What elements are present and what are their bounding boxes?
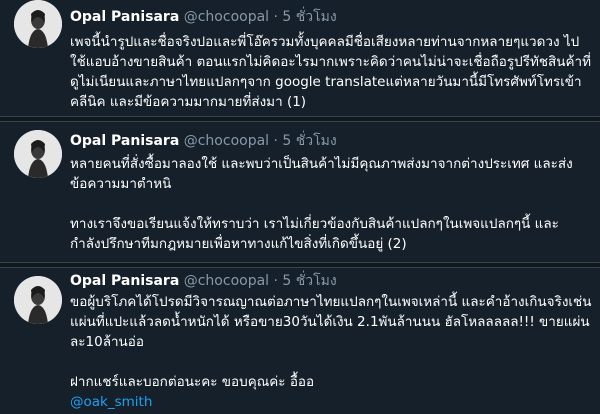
separator-dot: · [273, 273, 278, 289]
username[interactable]: @chocoopal [184, 9, 269, 25]
tweet-header: Opal Panisara @chocoopal · 5 ชั่วโมง [70, 132, 337, 150]
tweet-header: Opal Panisara @chocoopal · 5 ชั่วโมง [70, 8, 337, 26]
tweet-line: ทางเราจึงขอเรียนแจ้งให้ทราบว่า เราไม่เกี… [70, 216, 559, 232]
avatar[interactable] [14, 0, 62, 48]
username[interactable]: @chocoopal [184, 133, 269, 149]
timestamp[interactable]: 5 ชั่วโมง [282, 273, 336, 289]
timestamp[interactable]: 5 ชั่วโมง [282, 9, 336, 25]
tweet-text: เพจนี้นำรูปและชื่อจริงปอและพี่โอ๊ครวมทั้… [70, 32, 591, 112]
avatar[interactable] [14, 130, 62, 178]
tweet-line: แผ่นที่แปะแล้วลดน้ำหนักได้ หรือขาย30วันไ… [70, 314, 590, 330]
timestamp[interactable]: 5 ชั่วโมง [282, 133, 336, 149]
tweet-line: @oak_smith [70, 392, 591, 412]
tweet-line: กำลังปรึกษาทีมกฎหมายเพื่อหาทางแก้ไขสิ่งท… [70, 236, 407, 252]
display-name[interactable]: Opal Panisara [70, 9, 179, 25]
tweet-line: เพจนี้นำรูปและชื่อจริงปอและพี่โอ๊ครวมทั้… [70, 34, 580, 50]
tweet-header: Opal Panisara @chocoopal · 5 ชั่วโมง [70, 272, 337, 290]
tweet-2[interactable]: Opal Panisara @chocoopal · 5 ชั่วโมง หลา… [0, 122, 600, 262]
avatar[interactable] [14, 276, 62, 324]
profile-photo-icon [14, 276, 62, 324]
tweet-line: คลีนิค และมีข้อความมากมายที่ส่งมา (1) [70, 94, 307, 110]
profile-photo-icon [14, 0, 62, 48]
tweet-text: ขอผู้บริโภคได้โปรดมีวิจารณญาณต่อภาษาไทยแ… [70, 292, 591, 412]
tweet-3[interactable]: Opal Panisara @chocoopal · 5 ชั่วโมง ขอผ… [0, 268, 600, 414]
tweet-line [70, 194, 573, 214]
tweet-line: หลายคนที่สั่งซื้อมาลองใช้ และพบว่าเป็นสิ… [70, 156, 573, 172]
tweet-text: หลายคนที่สั่งซื้อมาลองใช้ และพบว่าเป็นสิ… [70, 154, 573, 254]
profile-photo-icon [14, 130, 62, 178]
tweet-line [70, 352, 591, 372]
tweet-line: ดูไม่เนียนและภาษาไทยแปลกๆจาก google tran… [70, 74, 582, 90]
tweet-line: ละ10ล้านอ่อ [70, 334, 144, 350]
tweet-line: ข้อความมาตำหนิ [70, 176, 172, 192]
tweet-line: ใช้แอบอ้างขายสินค้า ตอนแรกไม่คิดอะไรมากเ… [70, 54, 592, 70]
display-name[interactable]: Opal Panisara [70, 133, 179, 149]
separator-dot: · [273, 133, 278, 149]
username[interactable]: @chocoopal [184, 273, 269, 289]
tweet-line: ฝากแชร์และบอกต่อนะคะ ขอบคุณค่ะ อื้ออ [70, 374, 315, 390]
tweet-line: ขอผู้บริโภคได้โปรดมีวิจารณญาณต่อภาษาไทยแ… [70, 294, 592, 310]
tweet-1[interactable]: Opal Panisara @chocoopal · 5 ชั่วโมง เพจ… [0, 0, 600, 116]
mention-link[interactable]: @oak_smith [70, 394, 152, 410]
display-name[interactable]: Opal Panisara [70, 273, 179, 289]
separator-dot: · [273, 9, 278, 25]
